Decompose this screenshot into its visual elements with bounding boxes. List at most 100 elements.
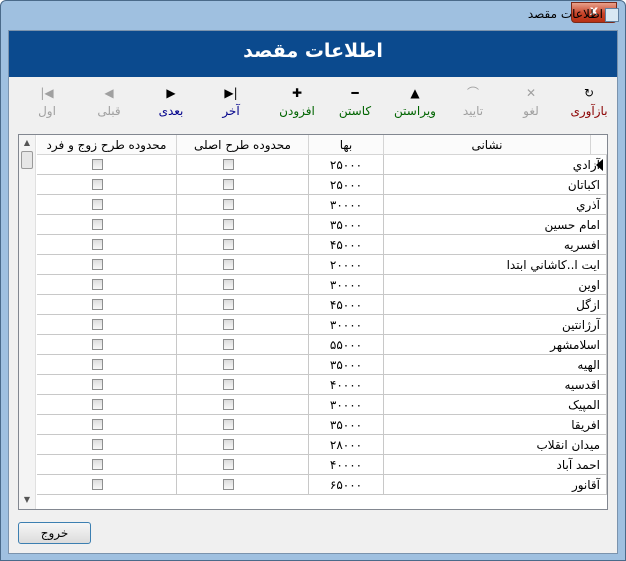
table-row[interactable]: ۳۰۰۰۰ المپيک: [37, 395, 607, 415]
scroll-up-icon[interactable]: ▲: [19, 136, 35, 150]
address-cell[interactable]: ازگل: [384, 295, 607, 315]
address-cell[interactable]: ايت ا..كاشاني ابتدا: [384, 255, 607, 275]
next-button[interactable]: ▶ بعدی: [145, 83, 197, 127]
address-cell[interactable]: اسلامشهر: [384, 335, 607, 355]
table-row[interactable]: ۳۰۰۰۰ آذري: [37, 195, 607, 215]
odd-even-zone-checkbox[interactable]: [92, 159, 103, 170]
address-cell[interactable]: آزادي: [384, 155, 607, 175]
main-zone-checkbox[interactable]: [223, 159, 234, 170]
odd-even-zone-checkbox[interactable]: [92, 459, 103, 470]
row-selector[interactable]: [591, 315, 607, 335]
table-row[interactable]: ۴۵۰۰۰ ازگل: [37, 295, 607, 315]
table-row[interactable]: ۲۸۰۰۰ ميدان انقلاب: [37, 435, 607, 455]
scroll-thumb[interactable]: [21, 151, 33, 169]
main-zone-checkbox[interactable]: [223, 339, 234, 350]
table-row[interactable]: ۲۰۰۰۰ ايت ا..كاشاني ابتدا: [37, 255, 607, 275]
address-cell[interactable]: آذري: [384, 195, 607, 215]
table-row[interactable]: ۵۵۰۰۰ اسلامشهر: [37, 335, 607, 355]
address-cell[interactable]: اكباتان: [384, 175, 607, 195]
main-zone-checkbox[interactable]: [223, 399, 234, 410]
table-row[interactable]: ۶۵۰۰۰ آقانور: [37, 475, 607, 495]
price-cell[interactable]: ۴۰۰۰۰: [309, 455, 384, 475]
delete-button[interactable]: ━ کاستن: [329, 83, 381, 127]
row-selector[interactable]: [591, 175, 607, 195]
address-cell[interactable]: افريقا: [384, 415, 607, 435]
main-zone-checkbox[interactable]: [223, 219, 234, 230]
row-selector[interactable]: [591, 295, 607, 315]
row-selector[interactable]: [591, 275, 607, 295]
main-zone-checkbox[interactable]: [223, 239, 234, 250]
row-selector[interactable]: [591, 375, 607, 395]
last-button[interactable]: ▶| آخر: [205, 83, 257, 127]
odd-even-zone-checkbox[interactable]: [92, 339, 103, 350]
column-header-odd-even-zone[interactable]: محدوده طرح زوج و فرد: [37, 135, 177, 155]
price-cell[interactable]: ۲۵۰۰۰: [309, 175, 384, 195]
main-zone-checkbox[interactable]: [223, 459, 234, 470]
row-selector[interactable]: [591, 475, 607, 495]
address-cell[interactable]: اقدسيه: [384, 375, 607, 395]
price-cell[interactable]: ۳۵۰۰۰: [309, 415, 384, 435]
row-selector[interactable]: [591, 195, 607, 215]
row-selector[interactable]: [591, 215, 607, 235]
main-zone-checkbox[interactable]: [223, 299, 234, 310]
row-selector[interactable]: [591, 155, 607, 175]
odd-even-zone-checkbox[interactable]: [92, 179, 103, 190]
main-zone-checkbox[interactable]: [223, 419, 234, 430]
title-bar[interactable]: x اطلاعات مقصد: [1, 1, 625, 29]
address-cell[interactable]: الهيه: [384, 355, 607, 375]
price-cell[interactable]: ۲۸۰۰۰: [309, 435, 384, 455]
price-cell[interactable]: ۵۵۰۰۰: [309, 335, 384, 355]
price-cell[interactable]: ۳۰۰۰۰: [309, 395, 384, 415]
odd-even-zone-checkbox[interactable]: [92, 359, 103, 370]
destinations-grid[interactable]: ▲ ▼ محدوده طرح زوج و فرد محدوده طرح اصلی…: [18, 134, 608, 510]
prev-button[interactable]: ◀ قبلی: [83, 83, 135, 127]
main-zone-checkbox[interactable]: [223, 259, 234, 270]
table-row[interactable]: ۳۰۰۰۰ آرژانتين: [37, 315, 607, 335]
table-row[interactable]: ۲۵۰۰۰ آزادي: [37, 155, 607, 175]
column-header-price[interactable]: بها: [309, 135, 384, 155]
odd-even-zone-checkbox[interactable]: [92, 479, 103, 490]
column-header-address[interactable]: نشانی: [384, 135, 591, 155]
address-cell[interactable]: آرژانتين: [384, 315, 607, 335]
vertical-scrollbar[interactable]: ▲ ▼: [19, 135, 36, 509]
address-cell[interactable]: ميدان انقلاب: [384, 435, 607, 455]
add-button[interactable]: ✚ افزودن: [271, 83, 323, 127]
main-zone-checkbox[interactable]: [223, 319, 234, 330]
price-cell[interactable]: ۳۵۰۰۰: [309, 355, 384, 375]
price-cell[interactable]: ۴۵۰۰۰: [309, 235, 384, 255]
table-row[interactable]: ۴۵۰۰۰ افسريه: [37, 235, 607, 255]
row-selector[interactable]: [591, 435, 607, 455]
odd-even-zone-checkbox[interactable]: [92, 279, 103, 290]
row-selector[interactable]: [591, 355, 607, 375]
main-zone-checkbox[interactable]: [223, 279, 234, 290]
row-selector[interactable]: [591, 255, 607, 275]
odd-even-zone-checkbox[interactable]: [92, 399, 103, 410]
main-zone-checkbox[interactable]: [223, 379, 234, 390]
price-cell[interactable]: ۳۰۰۰۰: [309, 195, 384, 215]
table-row[interactable]: ۴۰۰۰۰ اقدسيه: [37, 375, 607, 395]
exit-button[interactable]: خروج: [18, 522, 91, 544]
row-selector[interactable]: [591, 395, 607, 415]
price-cell[interactable]: ۳۰۰۰۰: [309, 275, 384, 295]
table-row[interactable]: ۲۵۰۰۰ اكباتان: [37, 175, 607, 195]
main-zone-checkbox[interactable]: [223, 199, 234, 210]
odd-even-zone-checkbox[interactable]: [92, 259, 103, 270]
odd-even-zone-checkbox[interactable]: [92, 439, 103, 450]
odd-even-zone-checkbox[interactable]: [92, 379, 103, 390]
edit-button[interactable]: ▲ ویراستن: [389, 83, 441, 127]
confirm-button[interactable]: ⌒ تایید: [447, 83, 499, 127]
odd-even-zone-checkbox[interactable]: [92, 319, 103, 330]
row-selector[interactable]: [591, 235, 607, 255]
row-selector[interactable]: [591, 335, 607, 355]
odd-even-zone-checkbox[interactable]: [92, 199, 103, 210]
main-zone-checkbox[interactable]: [223, 479, 234, 490]
address-cell[interactable]: المپيک: [384, 395, 607, 415]
address-cell[interactable]: احمد آباد: [384, 455, 607, 475]
refresh-button[interactable]: ↻ بازآوری: [563, 83, 615, 127]
row-selector[interactable]: [591, 455, 607, 475]
price-cell[interactable]: ۳۰۰۰۰: [309, 315, 384, 335]
odd-even-zone-checkbox[interactable]: [92, 299, 103, 310]
main-zone-checkbox[interactable]: [223, 359, 234, 370]
address-cell[interactable]: اوين: [384, 275, 607, 295]
price-cell[interactable]: ۶۵۰۰۰: [309, 475, 384, 495]
